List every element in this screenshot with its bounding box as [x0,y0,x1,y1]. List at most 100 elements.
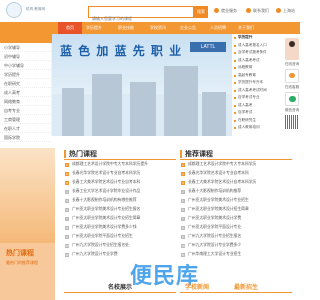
sidebar-item[interactable]: 中小学辅导 [0,61,51,70]
rank-badge: 9 [65,234,69,239]
sidebar-item[interactable]: 在职人才 [0,124,51,133]
category-item[interactable]: 学历提升 [232,34,284,42]
top-link-city[interactable]: 上海站 [276,8,295,14]
banner-tag: LATTL [190,42,226,52]
banner-building [62,88,84,136]
panel-header: 热门课程 [64,148,176,160]
category-item[interactable]: 成人高考考试 [232,57,284,65]
page: 机构 教育网 搜索 就业服务 联系我们 上海站 首页 学历提升 职业技能 学校资… [0,0,300,300]
panel-title: 热门课程 [69,151,97,158]
course-row[interactable]: 5 长春十大影视制作培训机构有哪些推荐 [64,196,176,205]
nav-degree[interactable]: 学历提升 [82,22,106,34]
search-box [88,6,194,24]
rank-badge: 8 [65,225,69,230]
rank-badge: 1 [181,162,185,167]
course-row[interactable]: 5 广州亚太职业学院美术设计专业招生 [180,196,292,205]
course-row[interactable]: 4 长春工业大学艺术设计学院毕业设计作品 [64,187,176,196]
hero-banner[interactable]: 蓝 色 加 蓝 先 职 业 LATTL [52,34,232,136]
top-link-jobs[interactable]: 就业服务 [214,8,237,14]
location-icon [276,8,281,14]
sidebar-item[interactable]: 自考专业 [0,106,51,115]
course-row[interactable]: 8 广州亚太职业学院平面设计专业 [180,223,292,232]
course-row[interactable]: 10 广州九大学院设计专业学费多少 [180,241,292,250]
category-item[interactable]: 学历提升专升本 [232,79,284,87]
category-item[interactable]: 在职研究生 [232,117,284,125]
sidebar-item[interactable]: 国际学院 [0,133,51,142]
category-item[interactable]: 成人教育培训 [232,124,284,132]
section-title-enrollment[interactable]: 最新招生 [234,282,258,291]
panel-header: 推荐课程 [180,148,292,160]
rank-badge: 11 [65,252,69,257]
promo-subtitle: 最热门的推荐课程 [6,260,38,265]
category-item[interactable]: 高起专教育 [232,72,284,80]
sidebar-header [0,34,52,43]
logo[interactable]: 机构 教育网 [6,2,45,18]
rank-badge: 8 [181,225,185,230]
top-link-contact[interactable]: 联系我们 [246,8,269,14]
rank-badge: 2 [181,171,185,176]
sidebar-item[interactable]: 小学辅导 [0,43,51,52]
course-row[interactable]: 1 成都理工艺术设计学院中专大专本科学历 [180,160,292,169]
banner-building [92,74,122,136]
category-item[interactable]: 自学考试报考条件 [232,49,284,57]
chat-icon[interactable] [285,69,299,83]
category-item[interactable]: 自学考试专业 [232,94,284,102]
course-row[interactable]: 9 广州亚太职业学院平面设计专业招生 [64,232,176,241]
promo-card[interactable]: 热门课程 最热门的推荐课程 [0,148,55,300]
section-title-schools[interactable]: 名校展示 [108,282,132,291]
section-divider [64,292,176,293]
online-service-label: 在线客服 [284,85,300,89]
sidebar-item[interactable]: 网络教育 [0,97,51,106]
nav-home[interactable]: 首页 [58,22,82,34]
sidebar-item[interactable]: 工商管理 [0,115,51,124]
course-row[interactable]: 3 长春工大美术学院艺术设计专业自考本科 [64,178,176,187]
course-row[interactable]: 6 广州亚太职业学院美术设计招生简章 [180,205,292,214]
consultant-avatar[interactable] [285,38,299,60]
course-row[interactable]: 2 长春光华学院艺术设计专业自考本科学历 [64,169,176,178]
rank-badge: 7 [65,216,69,221]
rank-badge: 4 [65,189,69,194]
nav-notices[interactable]: 企业公告 [176,22,200,34]
nav-skills[interactable]: 职业技能 [114,22,138,34]
category-sidebar: 小学辅导 初中辅导 中小学辅导 学历提升 在职研究 成人高考 网络教育 自考专业… [0,34,52,142]
briefcase-icon [214,8,219,14]
course-row[interactable]: 2 长春光华学院艺术设计专业自考本科 [180,169,292,178]
logo-text: 机构 教育网 [26,6,46,11]
promo-image [0,148,55,243]
course-row[interactable]: 10 广州九大学院设计专业招生报名处 [64,241,176,250]
nav-school-news[interactable]: 学校资讯 [146,22,170,34]
rank-badge: 10 [181,243,185,248]
hot-courses-panel: 热门课程 1 成都理工艺术设计学院中专大专本科学历提升 2 长春光华学院艺术设计专业… [64,148,176,259]
category-item[interactable]: 成人高考考试时间 [232,87,284,95]
category-item[interactable]: 成人高考报名入口 [232,42,284,50]
sidebar-item[interactable]: 初中辅导 [0,52,51,61]
search-button[interactable]: 搜索 [194,6,208,18]
rank-badge: 11 [181,252,185,257]
header-accent [64,150,66,158]
rank-badge: 7 [181,216,185,221]
section-title-news[interactable]: 学校新闻 [185,282,209,291]
sidebar-item[interactable]: 在职研究 [0,79,51,88]
course-row[interactable]: 9 广州九大学院设计专业招生报名 [180,232,292,241]
rank-badge: 5 [65,198,69,203]
course-row[interactable]: 8 广州亚太职业学院美术设计学费多少钱 [64,223,176,232]
wechat-icon[interactable] [285,92,299,106]
course-row[interactable]: 7 广州亚太职业学院美术设计学费 [180,214,292,223]
category-item[interactable]: 远程教育 [232,64,284,72]
course-row[interactable]: 4 长春十大影视制作培训机构推荐 [180,187,292,196]
phone-icon [246,8,251,14]
sidebar-item[interactable]: 学历提升 [0,70,51,79]
course-row[interactable]: 3 长春工大美术学院艺术设计自考本科学历 [180,178,292,187]
category-item[interactable]: 成人高考 [232,102,284,110]
sidebar-item[interactable]: 成人高考 [0,88,51,97]
course-row[interactable]: 6 广州亚太职业学院美术设计专业招生报名 [64,205,176,214]
section-divider [180,292,292,293]
category-item[interactable]: 自学考试 [232,109,284,117]
banner-title: 蓝 色 加 蓝 先 职 业 [60,44,183,58]
course-row[interactable]: 1 成都理工艺术设计学院中专大专本科学历提升 [64,160,176,169]
rank-badge: 3 [181,180,185,185]
promo-title: 热门课程 [6,250,34,257]
nav-recruit[interactable]: 人员招聘 [206,22,230,34]
course-row[interactable]: 7 广州亚太职业学院美术设计专业招生简章 [64,214,176,223]
nav-about[interactable]: 关于我们 [234,22,258,34]
